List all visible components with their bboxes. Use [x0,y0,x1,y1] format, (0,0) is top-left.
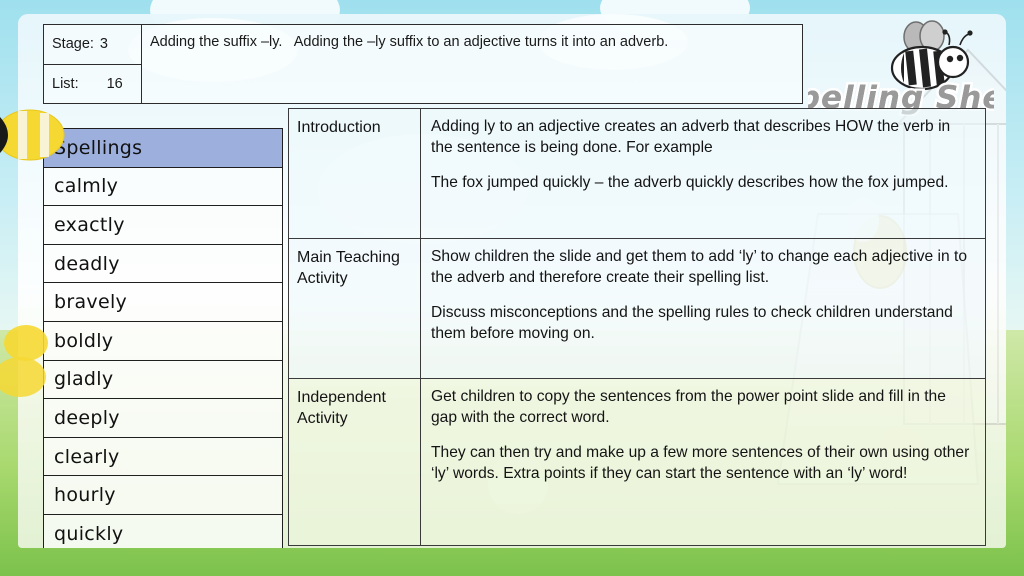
lesson-title: Adding the suffix –ly. Adding the –ly su… [150,34,669,50]
spelling-word-row: calmly [44,167,282,207]
left-bee-decoration [0,109,65,397]
list-label: List: [52,75,79,92]
lesson-paragraph: The fox jumped quickly – the adverb quic… [431,174,949,192]
spelling-word-row: boldly [44,321,282,361]
header-meta-column: Stage: 3 List: 16 [44,25,142,103]
lesson-row-independent: Independent Activity Get children to cop… [289,379,985,546]
lesson-paragraph: Discuss misconceptions and the spelling … [431,304,953,343]
spelling-word-row: exactly [44,206,282,245]
lesson-plan-table: Introduction Adding ly to an adjective c… [288,108,986,546]
lesson-row-body: Show children the slide and get them to … [421,239,985,378]
lesson-row-body: Get children to copy the sentences from … [421,379,985,545]
spelling-word-row: hourly [44,476,282,515]
bee-icon [890,20,973,91]
header-table: Stage: 3 List: 16 Adding the suffix –ly.… [43,24,803,104]
spelling-word-row: bravely [44,283,282,322]
lesson-row-main-teaching: Main Teaching Activity Show children the… [289,239,985,379]
spellings-table: Spellings calmly exactly deadly bravely … [43,128,283,548]
list-value: 16 [106,75,123,92]
lesson-row-label: Introduction [289,109,421,238]
stage-value: 3 [99,36,108,53]
logo-artwork: Spelling Shed Spelling Shed [808,20,994,116]
lesson-row-body: Adding ly to an adjective creates an adv… [421,109,985,238]
stage-label: Stage: [52,36,94,53]
lesson-paragraph: Show children the slide and get them to … [431,248,968,286]
lesson-row-label: Main Teaching Activity [289,239,421,378]
content-card: Stage: 3 List: 16 Adding the suffix –ly.… [18,14,1006,548]
lesson-row-label: Independent Activity [289,379,421,545]
lesson-paragraph: They can then try and make up a few more… [431,444,970,483]
lesson-row-introduction: Introduction Adding ly to an adjective c… [289,109,985,239]
spelling-word-row: quickly [44,514,282,548]
lesson-paragraph: Get children to copy the sentences from … [431,388,946,426]
spelling-word-row: deeply [44,399,282,438]
stage-cell: Stage: 3 [44,25,141,65]
spellings-header: Spellings [44,129,282,168]
list-cell: List: 16 [44,65,141,104]
spelling-shed-logo: Spelling Shed Spelling Shed [808,20,994,116]
slide-canvas: Stage: 3 List: 16 Adding the suffix –ly.… [0,0,1024,576]
spelling-word-row: gladly [44,360,282,400]
spelling-word-row: deadly [44,244,282,284]
lesson-paragraph: Adding ly to an adjective creates an adv… [431,118,951,156]
spelling-word-row: clearly [44,437,282,477]
